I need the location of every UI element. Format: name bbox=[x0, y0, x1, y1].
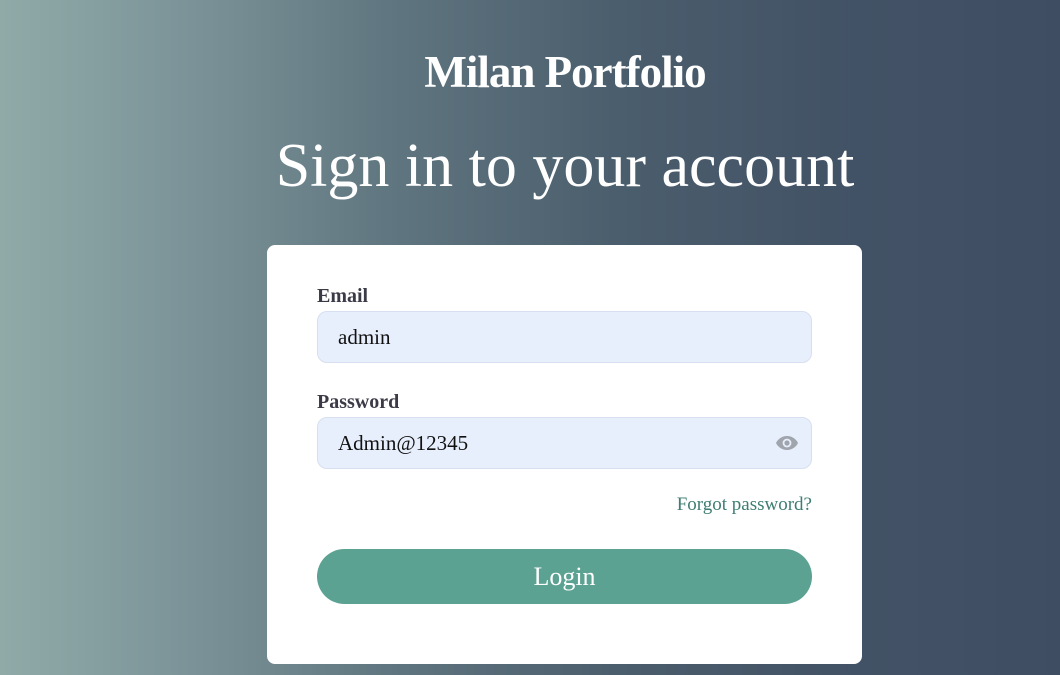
password-group: Password bbox=[317, 391, 812, 469]
email-input[interactable] bbox=[317, 311, 812, 363]
login-card: Email Password Forgot password? bbox=[267, 245, 862, 664]
email-input-wrap bbox=[317, 311, 812, 363]
eye-icon[interactable] bbox=[775, 434, 799, 452]
password-label: Password bbox=[317, 391, 400, 413]
password-input[interactable] bbox=[317, 417, 812, 469]
login-form: Email Password Forgot password? bbox=[317, 285, 812, 604]
brand-title: Milan Portfolio bbox=[424, 47, 706, 97]
eye-icon-svg bbox=[776, 436, 798, 450]
forgot-password-link[interactable]: Forgot password? bbox=[677, 494, 812, 515]
forgot-row: Forgot password? bbox=[317, 494, 812, 516]
email-label: Email bbox=[317, 285, 369, 307]
password-input-wrap bbox=[317, 417, 812, 469]
email-group: Email bbox=[317, 285, 812, 363]
page-title: Sign in to your account bbox=[275, 132, 855, 200]
login-button[interactable]: Login bbox=[317, 549, 812, 604]
